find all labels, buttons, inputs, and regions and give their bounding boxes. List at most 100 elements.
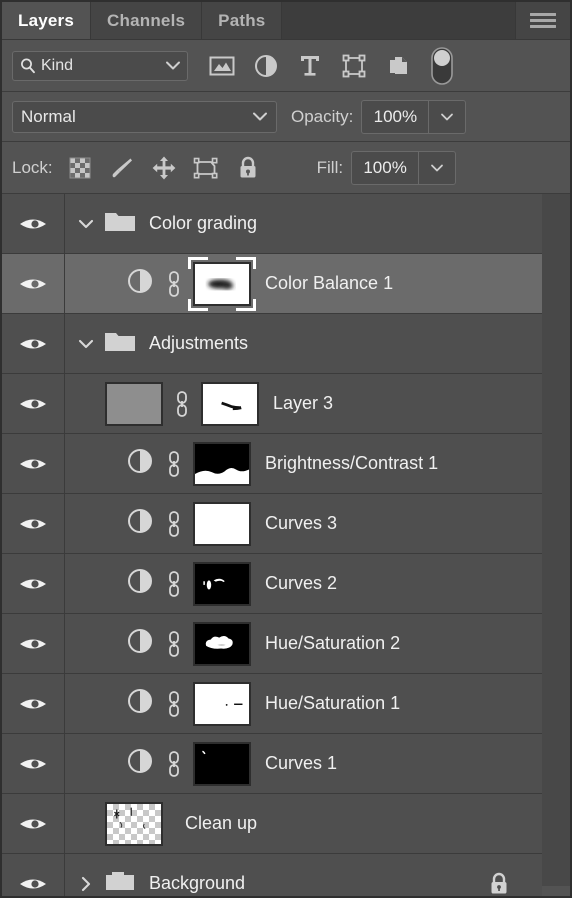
layer-row-hue-saturation-2[interactable]: Hue/Saturation 2 <box>2 614 542 674</box>
visibility-toggle[interactable] <box>2 314 65 373</box>
lock-transparent-pixels-icon[interactable] <box>59 149 101 187</box>
layer-mask-thumbnail[interactable] <box>193 681 251 726</box>
layer-list-scrollbar[interactable] <box>538 194 570 886</box>
visibility-toggle[interactable] <box>2 854 65 896</box>
filter-kind-select[interactable]: Kind <box>12 50 188 81</box>
layer-mask-thumbnail[interactable] <box>193 621 251 666</box>
layer-row-body: Color grading <box>65 194 542 253</box>
group-expand-toggle[interactable] <box>73 338 99 350</box>
fill-value[interactable]: 100% <box>352 152 418 184</box>
adjustment-layer-icon <box>125 746 155 781</box>
layer-row-curves-2[interactable]: Curves 2 <box>2 554 542 614</box>
blend-mode-select[interactable]: Normal <box>12 100 277 133</box>
visibility-toggle[interactable] <box>2 734 65 793</box>
link-mask-icon[interactable] <box>161 629 187 659</box>
panel-tab-bar: Layers Channels Paths <box>2 2 570 40</box>
tab-channels[interactable]: Channels <box>91 2 203 39</box>
layer-row-clean-up[interactable]: Clean up <box>2 794 542 854</box>
tab-layers-label: Layers <box>18 10 75 30</box>
tab-paths[interactable]: Paths <box>202 2 283 39</box>
layer-mask-thumbnail[interactable] <box>193 561 251 606</box>
filter-smart-object-layers-icon[interactable] <box>376 48 420 84</box>
layer-mask-thumbnail[interactable] <box>193 741 251 786</box>
layer-row-hue-saturation-1[interactable]: Hue/Saturation 1 <box>2 674 542 734</box>
layer-row-brightness-contrast-1[interactable]: Brightness/Contrast 1 <box>2 434 542 494</box>
panel-menu-button[interactable] <box>516 2 570 39</box>
link-mask-icon[interactable] <box>161 449 187 479</box>
tab-channels-label: Channels <box>107 10 186 30</box>
chevron-down-icon <box>253 112 267 121</box>
opacity-field[interactable]: 100% <box>361 99 467 134</box>
layer-mask-thumbnail[interactable] <box>193 501 251 546</box>
layer-list: Color grading Color Balance 1 Adjustment… <box>2 194 570 896</box>
tab-bar-spacer <box>282 2 516 39</box>
opacity-stepper-button[interactable] <box>428 100 465 133</box>
layer-row-layer-3[interactable]: Layer 3 <box>2 374 542 434</box>
layer-row-body: Curves 3 <box>65 494 542 553</box>
fill-field[interactable]: 100% <box>351 150 457 185</box>
adjustment-layer-icon <box>125 506 155 541</box>
link-mask-icon[interactable] <box>161 569 187 599</box>
filter-kind-label: Kind <box>41 56 74 74</box>
eye-icon <box>20 699 46 708</box>
layer-row-curves-1[interactable]: Curves 1 <box>2 734 542 794</box>
layer-row-body: Layer 3 <box>65 374 542 433</box>
tab-layers[interactable]: Layers <box>2 2 92 39</box>
eye-icon <box>20 639 46 648</box>
layer-row-background[interactable]: Background <box>2 854 542 896</box>
visibility-toggle[interactable] <box>2 374 65 433</box>
layer-row-curves-3[interactable]: Curves 3 <box>2 494 542 554</box>
visibility-toggle[interactable] <box>2 554 65 613</box>
layer-row-color-grading[interactable]: Color grading <box>2 194 542 254</box>
blend-mode-row: Normal Opacity: 100% <box>2 92 570 142</box>
link-mask-icon[interactable] <box>161 269 187 299</box>
link-mask-icon[interactable] <box>161 509 187 539</box>
fill-stepper-button[interactable] <box>418 151 455 184</box>
opacity-value[interactable]: 100% <box>362 101 428 133</box>
filter-type-layers-icon[interactable] <box>288 48 332 84</box>
visibility-toggle[interactable] <box>2 794 65 853</box>
visibility-toggle[interactable] <box>2 614 65 673</box>
layer-name: Brightness/Contrast 1 <box>265 453 439 473</box>
visibility-toggle[interactable] <box>2 494 65 553</box>
layer-name: Clean up <box>185 813 258 833</box>
eye-icon <box>20 399 46 408</box>
layer-row-body: Brightness/Contrast 1 <box>65 434 542 493</box>
layer-thumbnail[interactable] <box>105 381 163 426</box>
lock-image-pixels-icon[interactable] <box>101 149 143 187</box>
layer-row-body: Background <box>65 854 542 896</box>
group-expand-toggle[interactable] <box>73 875 99 893</box>
link-mask-icon[interactable] <box>161 749 187 779</box>
layer-row-body: Curves 2 <box>65 554 542 613</box>
lock-icons-group <box>59 149 269 187</box>
visibility-toggle[interactable] <box>2 674 65 733</box>
layer-mask-thumbnail[interactable] <box>201 381 259 426</box>
filter-pixel-layers-icon[interactable] <box>200 48 244 84</box>
visibility-toggle[interactable] <box>2 254 65 313</box>
chevron-down-icon <box>78 339 94 348</box>
link-mask-icon[interactable] <box>169 389 195 419</box>
filter-type-icons <box>200 46 464 85</box>
group-expand-toggle[interactable] <box>73 218 99 230</box>
layer-thumbnail[interactable] <box>105 801 163 846</box>
lock-all-icon[interactable] <box>227 149 269 187</box>
filter-shape-layers-icon[interactable] <box>332 48 376 84</box>
filter-enable-toggle[interactable] <box>420 46 464 85</box>
layer-row-body: Hue/Saturation 1 <box>65 674 542 733</box>
visibility-toggle[interactable] <box>2 194 65 253</box>
layer-name: Hue/Saturation 1 <box>265 693 401 713</box>
layer-row-color-balance-1[interactable]: Color Balance 1 <box>2 254 542 314</box>
layer-name: Color Balance 1 <box>265 273 394 293</box>
lock-artboard-nesting-icon[interactable] <box>185 149 227 187</box>
link-mask-icon[interactable] <box>161 689 187 719</box>
visibility-toggle[interactable] <box>2 434 65 493</box>
filter-adjustment-layers-icon[interactable] <box>244 48 288 84</box>
layer-name: Background <box>149 873 246 893</box>
eye-icon <box>20 579 46 588</box>
layer-row-adjustments[interactable]: Adjustments <box>2 314 542 374</box>
layer-mask-thumbnail[interactable] <box>193 441 251 486</box>
fill-label: Fill: <box>316 157 344 177</box>
lock-position-icon[interactable] <box>143 149 185 187</box>
layer-mask-thumbnail[interactable] <box>188 256 256 311</box>
layer-name: Curves 3 <box>265 513 338 533</box>
